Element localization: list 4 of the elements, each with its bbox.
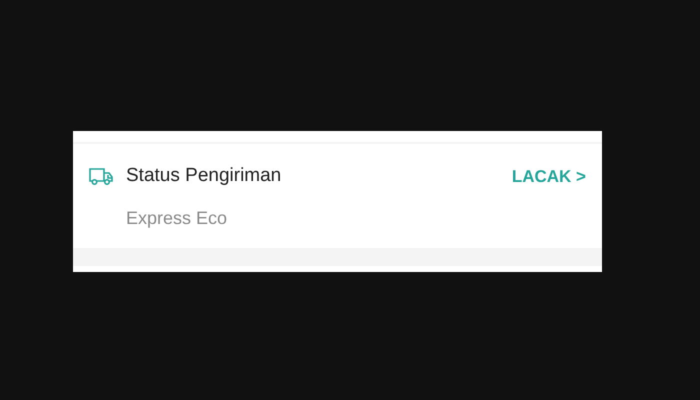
courier-name: Express Eco [125,206,228,230]
track-link[interactable]: LACAK > [512,164,586,189]
section-title: Status Pengiriman [126,164,282,188]
truck-icon [89,166,113,186]
